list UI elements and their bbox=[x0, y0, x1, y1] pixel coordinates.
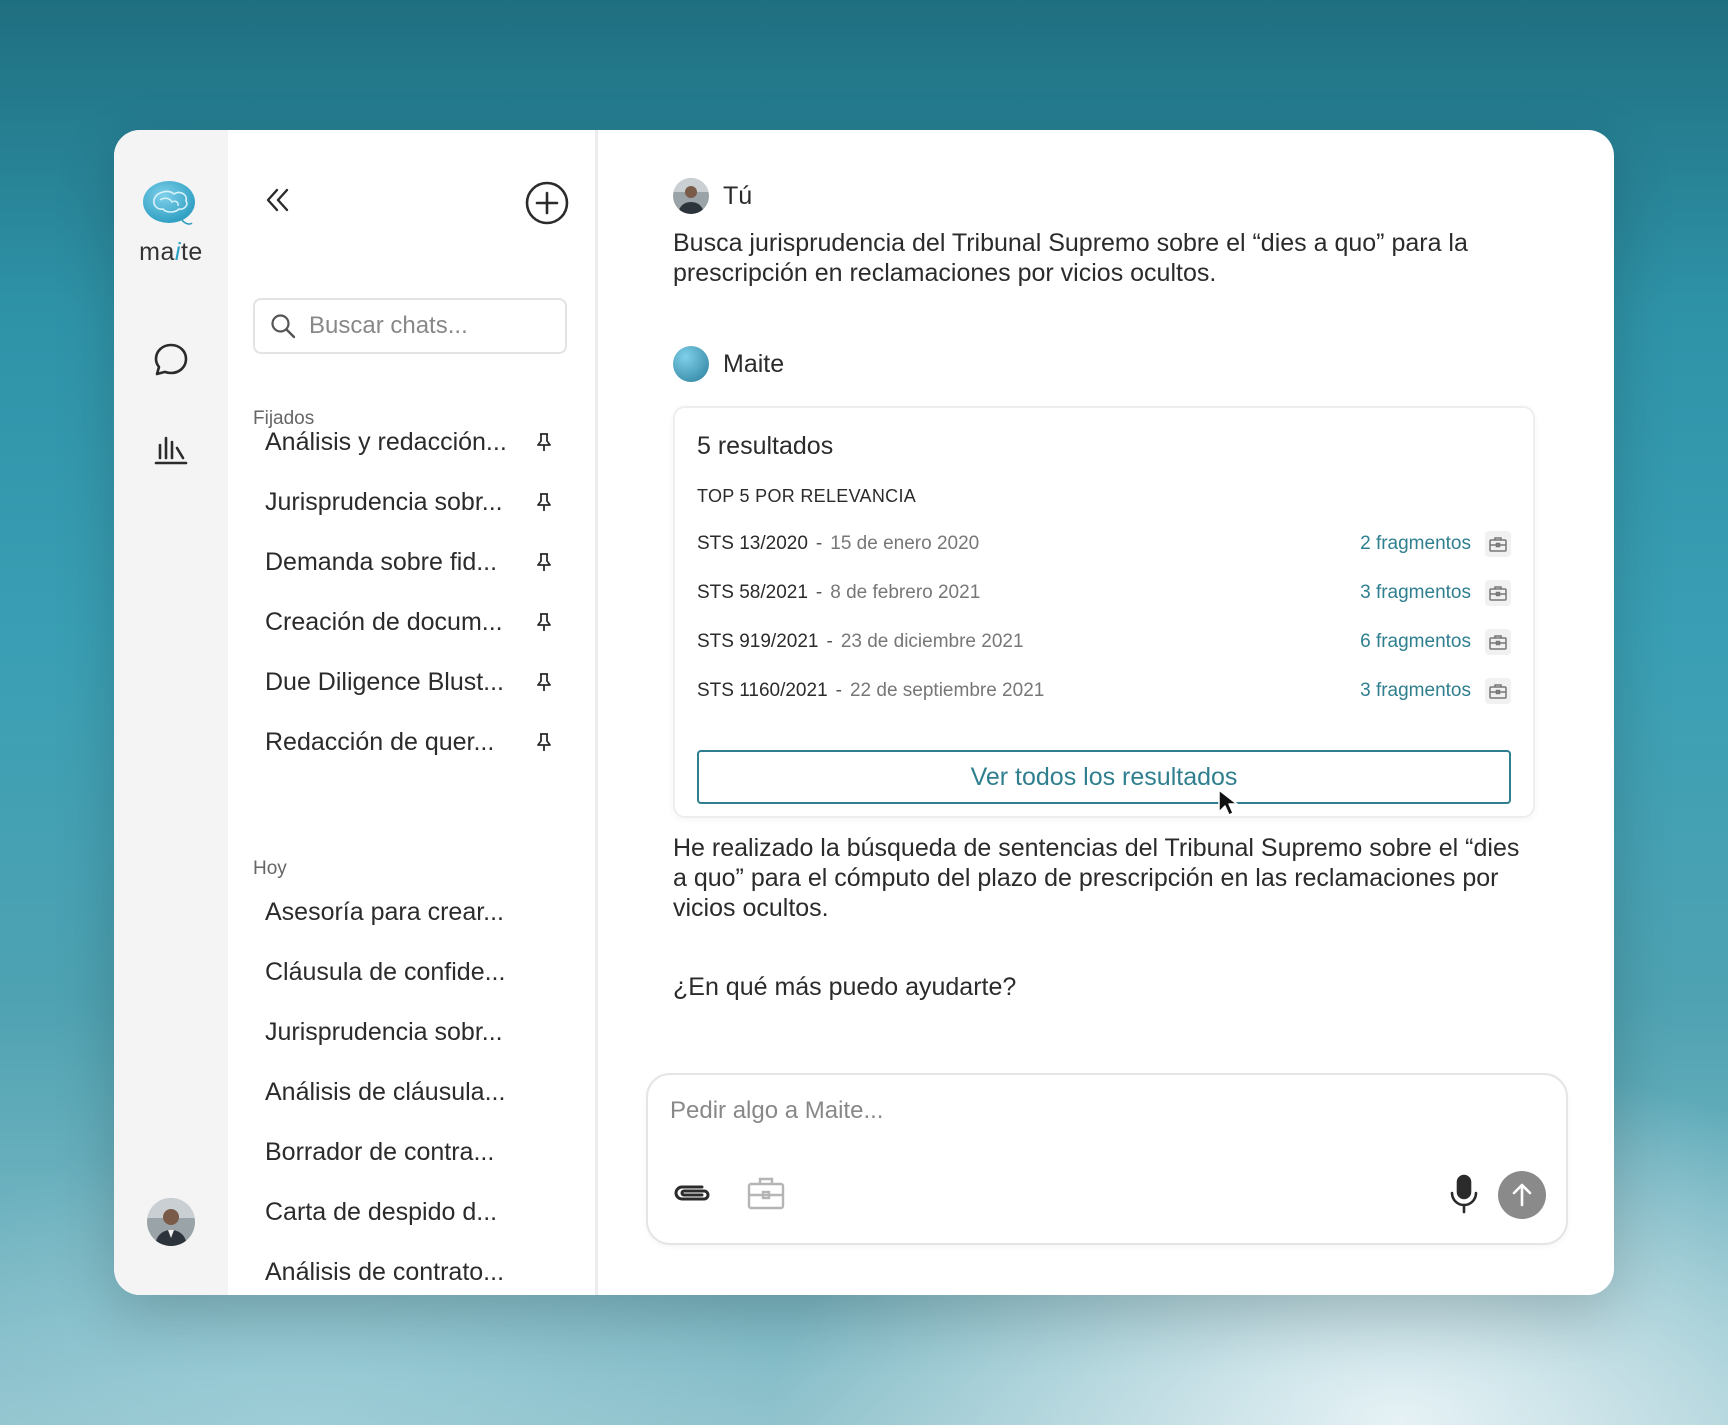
conversation-panel: Tú Busca jurisprudencia del Tribunal Sup… bbox=[598, 130, 1614, 1295]
result-ref: STS 919/2021 bbox=[697, 631, 819, 652]
result-fragments-link[interactable]: 3 fragmentos bbox=[1360, 680, 1471, 702]
chat-sidebar: Buscar chats... Fijados Análisis y redac… bbox=[228, 130, 598, 1295]
app-name: maite bbox=[139, 238, 203, 266]
pin-icon[interactable] bbox=[533, 491, 555, 513]
result-date: 22 de septiembre 2021 bbox=[849, 680, 1045, 701]
user-avatar[interactable] bbox=[147, 1198, 195, 1246]
pin-icon[interactable] bbox=[533, 551, 555, 573]
chat-title: Demanda sobre fid... bbox=[265, 547, 498, 576]
microphone-icon[interactable] bbox=[1444, 1173, 1484, 1215]
user-message-line: prescripción en reclamaciones por vicios… bbox=[673, 259, 1217, 287]
assistant-message-line: vicios ocultos. bbox=[673, 894, 829, 922]
chat-title: Asesoría para crear... bbox=[265, 897, 505, 926]
chat-title: Due Diligence Blust... bbox=[265, 667, 505, 696]
assistant-followup: ¿En qué más puedo ayudarte? bbox=[673, 973, 1017, 1001]
assistant-message-line: He realizado la búsqueda de sentencias d… bbox=[673, 834, 1520, 862]
result-sep: - bbox=[815, 533, 823, 554]
composer-input[interactable]: Pedir algo a Maite... bbox=[670, 1097, 883, 1125]
today-chat-item[interactable]: Carta de despido d... bbox=[265, 1190, 565, 1234]
results-subtitle: TOP 5 POR RELEVANCIA bbox=[697, 486, 917, 506]
briefcase-icon[interactable] bbox=[1485, 678, 1511, 704]
result-ref: STS 13/2020 bbox=[697, 533, 808, 554]
chat-title: Análisis de contrato... bbox=[265, 1257, 505, 1286]
chat-title: Análisis y redacción... bbox=[265, 427, 507, 456]
chat-title: Borrador de contra... bbox=[265, 1137, 495, 1166]
pinned-chat-item[interactable]: Análisis y redacción... bbox=[265, 420, 565, 464]
today-section-label: Hoy bbox=[253, 858, 287, 879]
view-all-results-button[interactable]: Ver todos los resultados bbox=[697, 750, 1511, 804]
cursor-icon bbox=[1218, 789, 1238, 816]
send-button[interactable] bbox=[1498, 1171, 1546, 1219]
plus-circle-icon[interactable] bbox=[524, 180, 570, 226]
today-chat-item[interactable]: Análisis de cláusula... bbox=[265, 1070, 565, 1114]
today-chat-item[interactable]: Cláusula de confide... bbox=[265, 950, 565, 994]
result-date: 15 de enero 2020 bbox=[830, 533, 980, 554]
nav-rail: maite bbox=[114, 130, 228, 1295]
result-row[interactable]: STS 919/2021-23 de diciembre 2021 6 frag… bbox=[697, 624, 1511, 660]
chat-title: Carta de despido d... bbox=[265, 1197, 498, 1226]
chat-title: Redacción de quer... bbox=[265, 727, 495, 756]
result-row[interactable]: STS 13/2020-15 de enero 2020 2 fragmento… bbox=[697, 526, 1511, 562]
collapse-icon[interactable] bbox=[258, 180, 298, 220]
pinned-chat-item[interactable]: Creación de docum... bbox=[265, 600, 565, 644]
result-row[interactable]: STS 58/2021-8 de febrero 2021 3 fragment… bbox=[697, 575, 1511, 611]
search-icon bbox=[271, 314, 296, 339]
result-ref: STS 1160/2021 bbox=[697, 680, 828, 701]
result-sep: - bbox=[835, 680, 842, 701]
pin-icon[interactable] bbox=[533, 671, 555, 693]
today-chat-item[interactable]: Borrador de contra... bbox=[265, 1130, 565, 1174]
arrow-up-icon bbox=[1512, 1183, 1532, 1207]
result-fragments-link[interactable]: 6 fragmentos bbox=[1360, 631, 1471, 653]
brain-logo-icon[interactable] bbox=[142, 178, 198, 234]
stats-icon[interactable] bbox=[149, 426, 193, 470]
chat-title: Jurisprudencia sobr... bbox=[265, 487, 503, 516]
briefcase-icon[interactable] bbox=[1485, 629, 1511, 655]
today-chat-item[interactable]: Análisis de contrato... bbox=[265, 1250, 565, 1294]
result-fragments-link[interactable]: 3 fragmentos bbox=[1360, 582, 1471, 604]
search-placeholder: Buscar chats... bbox=[309, 312, 468, 339]
pinned-chat-item[interactable]: Jurisprudencia sobr... bbox=[265, 480, 565, 524]
user-message: Busca jurisprudencia del Tribunal Suprem… bbox=[673, 228, 1533, 288]
pinned-chat-item[interactable]: Due Diligence Blust... bbox=[265, 660, 565, 704]
user-avatar-small bbox=[673, 178, 709, 214]
today-chat-item[interactable]: Asesoría para crear... bbox=[265, 890, 565, 934]
assistant-avatar bbox=[673, 346, 709, 382]
chat-title: Creación de docum... bbox=[265, 607, 503, 636]
pin-icon[interactable] bbox=[533, 731, 555, 753]
assistant-message-line: a quo” para el cómputo del plazo de pres… bbox=[673, 864, 1499, 892]
paperclip-icon[interactable] bbox=[670, 1175, 714, 1211]
user-message-line: Busca jurisprudencia del Tribunal Suprem… bbox=[673, 229, 1468, 257]
assistant-message: He realizado la búsqueda de sentencias d… bbox=[673, 833, 1553, 923]
today-chat-item[interactable]: Jurisprudencia sobr... bbox=[265, 1010, 565, 1054]
chat-title: Cláusula de confide... bbox=[265, 957, 506, 986]
result-fragments-link[interactable]: 2 fragmentos bbox=[1360, 533, 1471, 555]
app-window: maite Buscar chats... Fijados Análisis y… bbox=[114, 130, 1614, 1295]
chat-title: Análisis de cláusula... bbox=[265, 1077, 506, 1106]
chat-title: Jurisprudencia sobr... bbox=[265, 1017, 503, 1046]
results-count: 5 resultados bbox=[697, 432, 834, 460]
result-row[interactable]: STS 1160/2021-22 de septiembre 2021 3 fr… bbox=[697, 673, 1511, 709]
pinned-chat-item[interactable]: Demanda sobre fid... bbox=[265, 540, 565, 584]
assistant-message-header: Maite bbox=[673, 346, 784, 382]
pin-icon[interactable] bbox=[533, 431, 555, 453]
pin-icon[interactable] bbox=[533, 611, 555, 633]
search-input[interactable]: Buscar chats... bbox=[253, 298, 567, 354]
result-sep: - bbox=[815, 582, 823, 603]
briefcase-icon[interactable] bbox=[1485, 531, 1511, 557]
result-sep: - bbox=[826, 631, 833, 652]
assistant-name: Maite bbox=[723, 349, 785, 378]
user-name: Tú bbox=[723, 181, 753, 210]
result-date: 8 de febrero 2021 bbox=[830, 582, 981, 603]
pinned-chat-item[interactable]: Redacción de quer... bbox=[265, 720, 565, 764]
user-message-header: Tú bbox=[673, 178, 752, 214]
message-composer[interactable]: Pedir algo a Maite... bbox=[646, 1073, 1568, 1245]
briefcase-icon[interactable] bbox=[1485, 580, 1511, 606]
result-ref: STS 58/2021 bbox=[697, 582, 808, 603]
briefcase-icon[interactable] bbox=[746, 1173, 786, 1213]
results-card: 5 resultados TOP 5 POR RELEVANCIA STS 13… bbox=[673, 406, 1535, 818]
result-date: 23 de diciembre 2021 bbox=[840, 631, 1024, 652]
chat-bubble-icon[interactable] bbox=[149, 338, 193, 382]
